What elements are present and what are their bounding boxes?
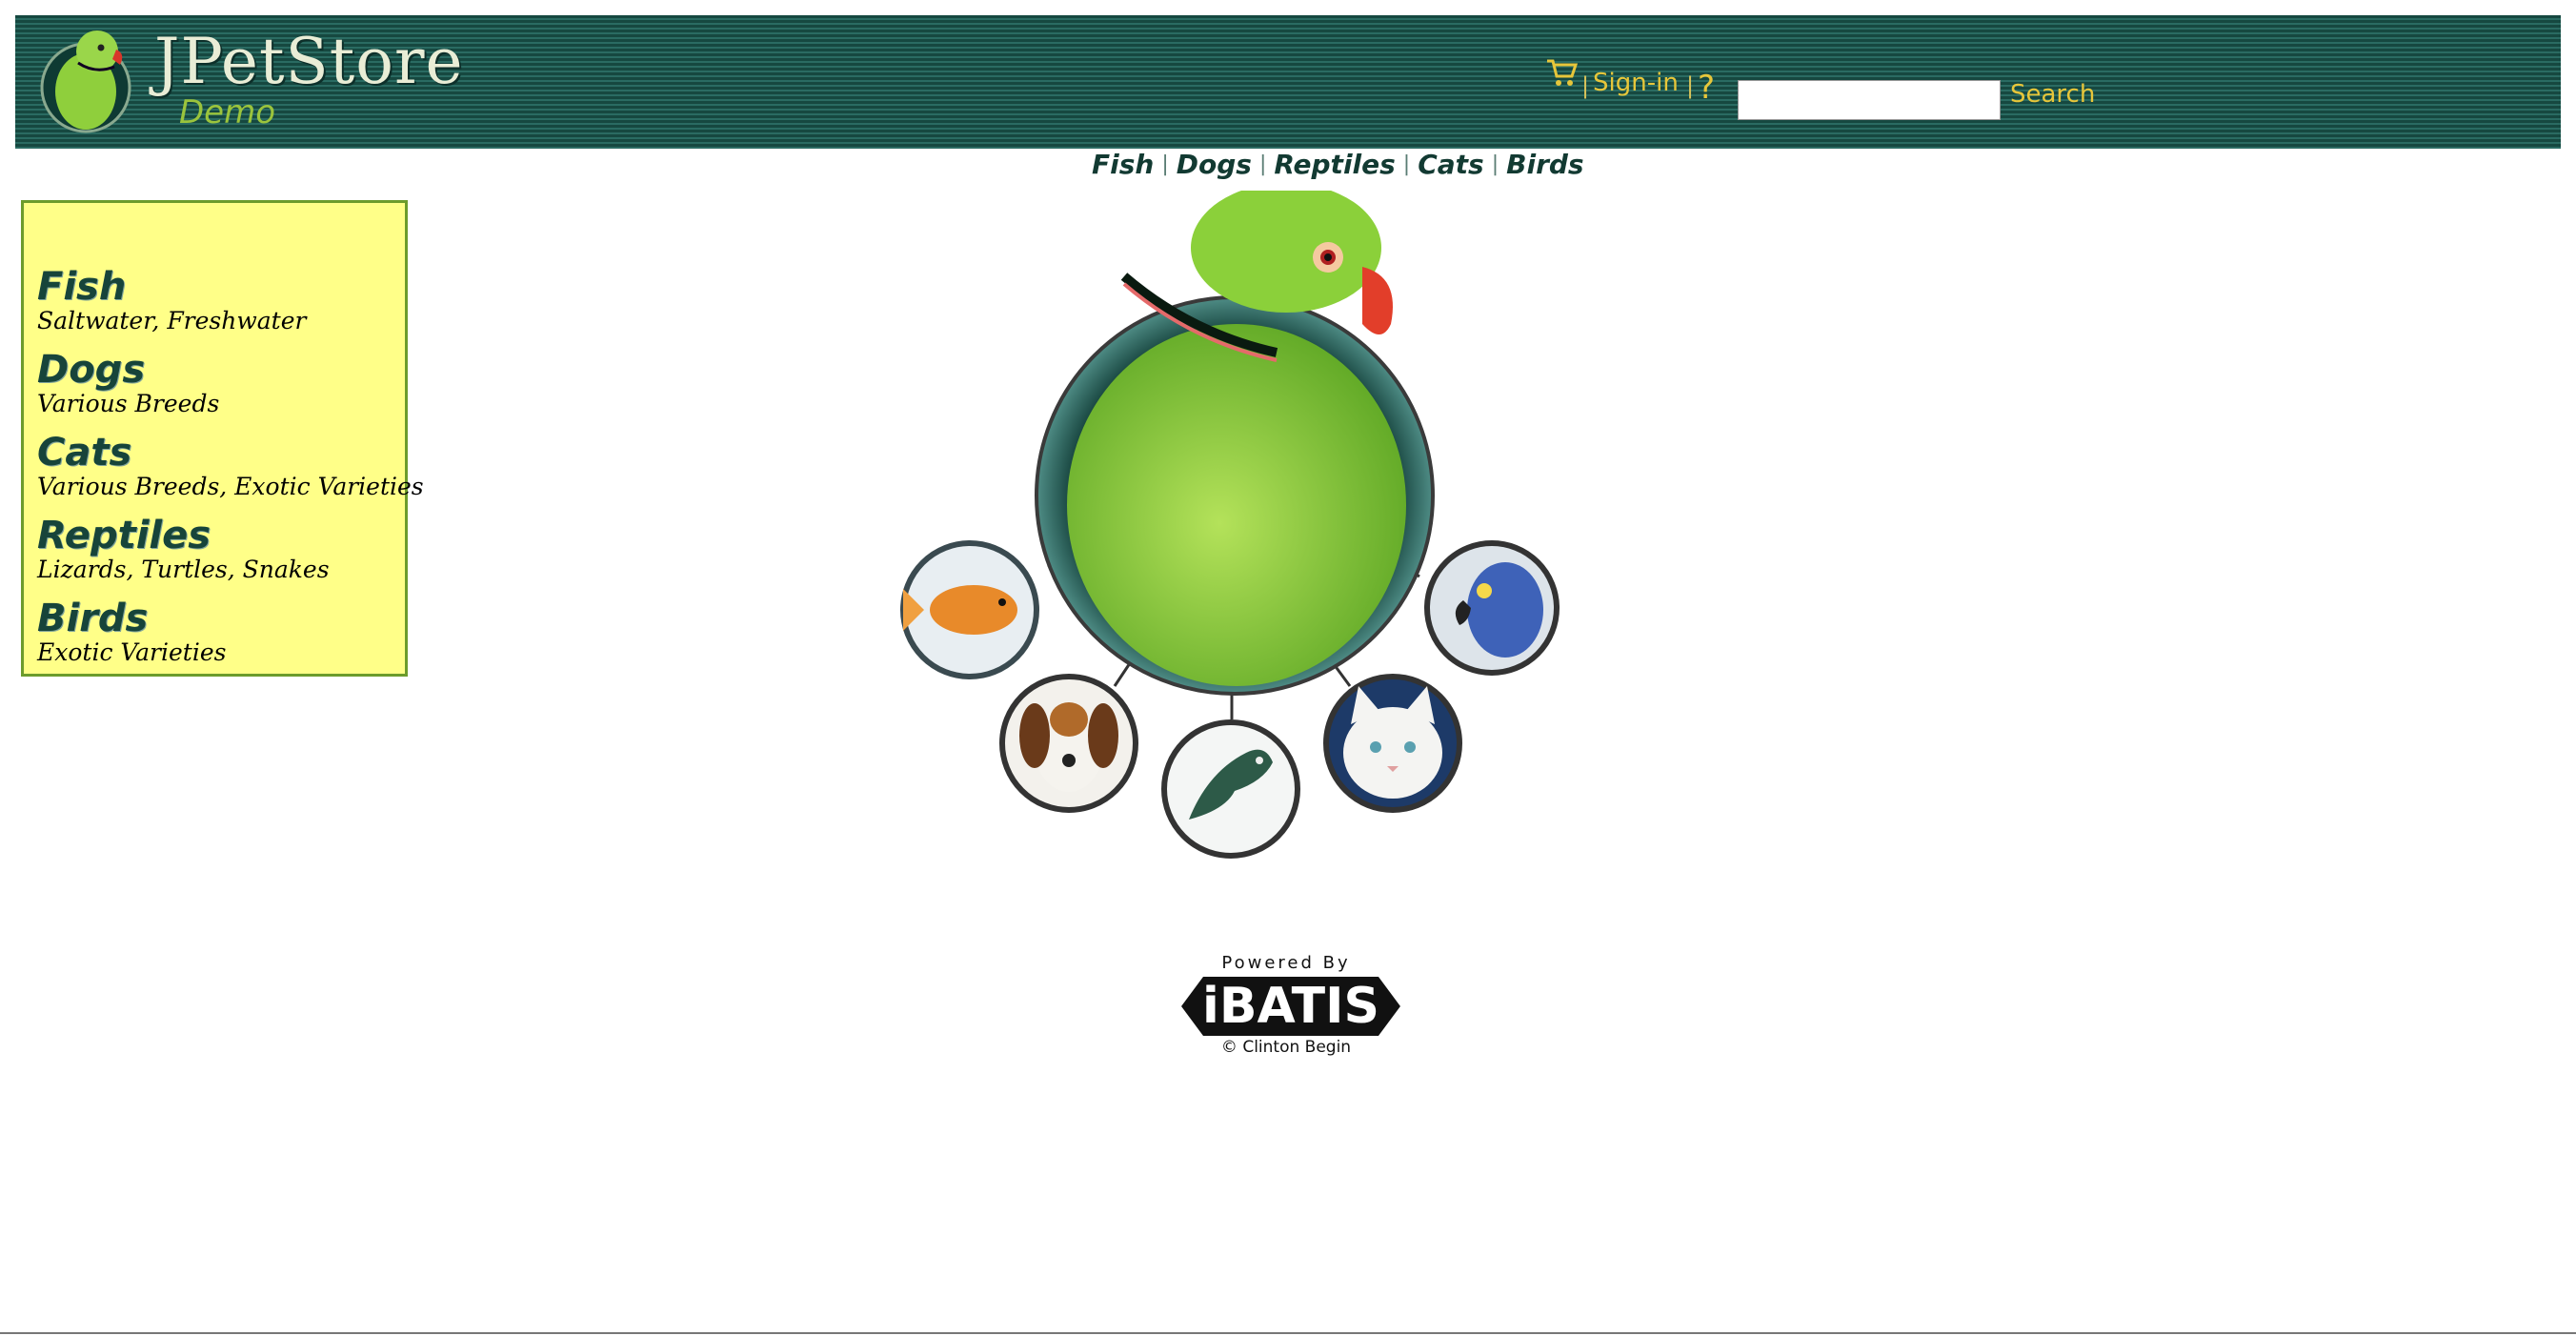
fish-image[interactable] xyxy=(900,540,1039,679)
dog-image[interactable] xyxy=(999,674,1138,813)
category-sidebar: Fish Saltwater, Freshwater Dogs Various … xyxy=(21,200,424,677)
powered-by-logo[interactable]: Powered By iBATIS © Clinton Begin xyxy=(1181,953,1400,1067)
sign-in-link[interactable]: Sign-in xyxy=(1593,69,1679,97)
quicklink-separator: | xyxy=(1402,152,1411,176)
sidebar-desc-fish: Saltwater, Freshwater xyxy=(37,307,307,334)
sidebar-link-birds[interactable]: Birds xyxy=(37,597,226,639)
quicklink-separator: | xyxy=(1161,152,1169,176)
sidebar-desc-reptiles: Lizards, Turtles, Snakes xyxy=(37,556,330,583)
bottom-divider xyxy=(0,1332,2576,1334)
parrot-image[interactable] xyxy=(1035,183,1435,696)
header-separator: | xyxy=(1686,72,1695,99)
quicklink-dogs[interactable]: Dogs xyxy=(1177,149,1252,180)
copyright-text: © Clinton Begin xyxy=(1220,1038,1352,1057)
sidebar-item-reptiles: Reptiles Lizards, Turtles, Snakes xyxy=(37,515,330,583)
powered-by-label: Powered By xyxy=(1221,953,1351,973)
cat-image[interactable] xyxy=(1323,674,1462,813)
quicklink-separator: | xyxy=(1491,152,1499,176)
quicklink-birds[interactable]: Birds xyxy=(1506,149,1583,180)
sidebar-item-dogs: Dogs Various Breeds xyxy=(37,349,219,417)
cart-icon[interactable] xyxy=(1545,57,1579,88)
sidebar-link-dogs[interactable]: Dogs xyxy=(37,349,219,391)
quicklink-fish[interactable]: Fish xyxy=(1092,149,1154,180)
logo-parrot-icon[interactable] xyxy=(38,25,133,141)
logo-title[interactable]: JPetStore xyxy=(154,25,464,98)
sidebar-desc-cats: Various Breeds, Exotic Varieties xyxy=(37,473,424,500)
quicklink-separator: | xyxy=(1258,152,1267,176)
sidebar-link-reptiles[interactable]: Reptiles xyxy=(37,515,330,557)
ibatis-logo: iBATIS xyxy=(1181,977,1400,1036)
sidebar-item-fish: Fish Saltwater, Freshwater xyxy=(37,266,306,334)
header-separator: | xyxy=(1581,72,1590,99)
sidebar-desc-birds: Exotic Varieties xyxy=(37,638,227,666)
header-banner: JPetStore Demo | Sign-in | ? Search xyxy=(15,15,2561,149)
bird-image[interactable] xyxy=(1424,540,1560,676)
help-icon[interactable]: ? xyxy=(1698,69,1715,107)
quick-links-bar: Fish | Dogs | Reptiles | Cats | Birds xyxy=(1092,149,1584,183)
sidebar-item-birds: Birds Exotic Varieties xyxy=(37,597,226,666)
sidebar-item-cats: Cats Various Breeds, Exotic Varieties xyxy=(37,432,424,500)
quicklink-cats[interactable]: Cats xyxy=(1418,149,1484,180)
main-image-map xyxy=(886,183,1581,886)
sidebar-link-fish[interactable]: Fish xyxy=(37,266,306,308)
logo-subtitle: Demo xyxy=(179,93,276,132)
reptile-image[interactable] xyxy=(1161,719,1300,859)
search-button[interactable]: Search xyxy=(2010,80,2095,109)
search-input[interactable] xyxy=(1738,80,2001,120)
sidebar-link-cats[interactable]: Cats xyxy=(37,432,424,474)
sidebar-desc-dogs: Various Breeds xyxy=(37,390,220,417)
quicklink-reptiles[interactable]: Reptiles xyxy=(1274,149,1395,180)
